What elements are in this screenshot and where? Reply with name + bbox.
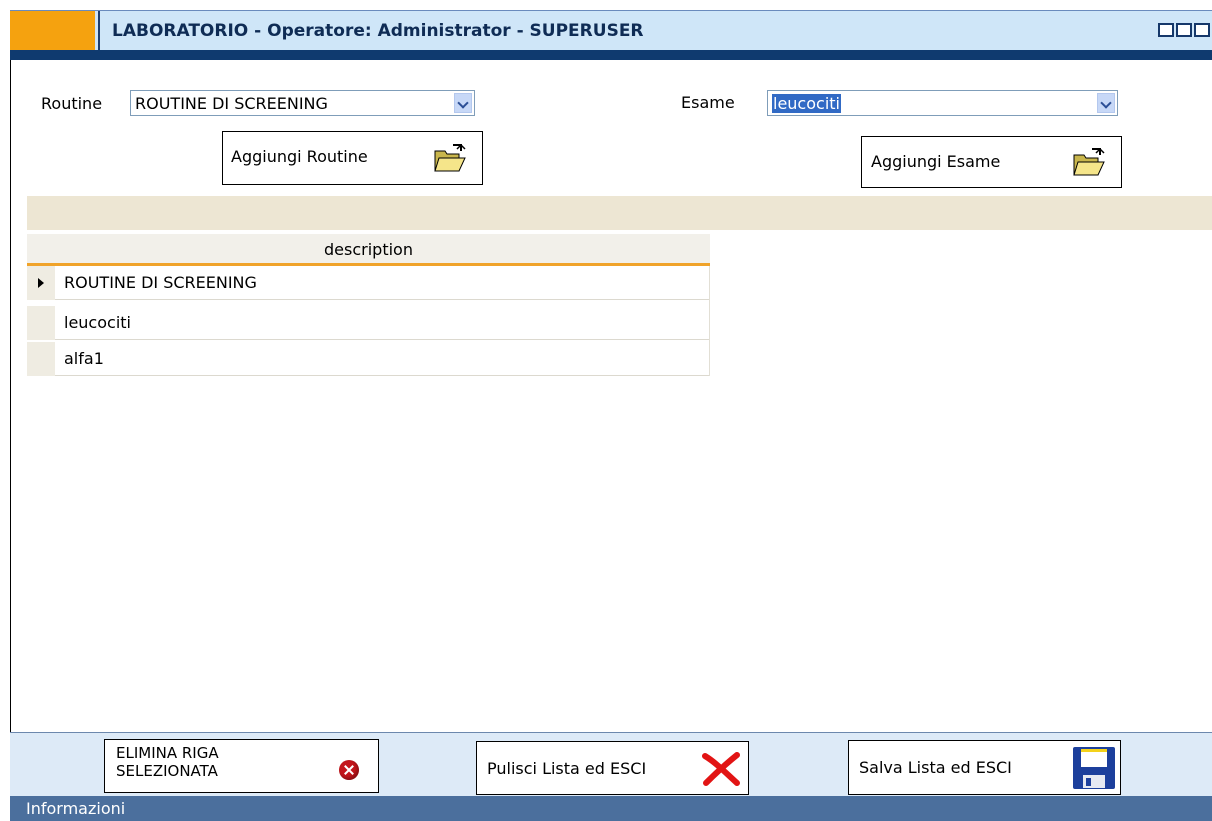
row-description: ROUTINE DI SCREENING [64,273,257,292]
row-selector[interactable] [27,342,55,376]
routine-select[interactable]: ROUTINE DI SCREENING [130,90,475,116]
window-controls [1158,23,1210,37]
save-exit-button[interactable]: Salva Lista ed ESCI [848,740,1121,795]
esame-select-value: leucociti [772,94,841,113]
close-icon[interactable] [1194,23,1210,37]
column-header-description: description [324,240,413,259]
save-exit-label: Salva Lista ed ESCI [859,758,1012,777]
add-esame-button[interactable]: Aggiungi Esame [861,136,1122,188]
grid-border [709,266,710,376]
chevron-down-icon[interactable] [1097,93,1115,113]
clear-exit-button[interactable]: Pulisci Lista ed ESCI [476,741,749,795]
status-text: Informazioni [26,799,126,818]
frame-border [10,60,11,795]
open-folder-icon [434,143,466,172]
window-title: LABORATORIO - Operatore: Administrator -… [112,21,644,41]
maximize-icon[interactable] [1176,23,1192,37]
delete-row-label: ELIMINA RIGA SELEZIONATA [116,744,219,780]
add-esame-label: Aggiungi Esame [871,152,1001,171]
delete-row-button[interactable]: ELIMINA RIGA SELEZIONATA [104,739,379,793]
current-row-icon [38,278,44,288]
clear-exit-label: Pulisci Lista ed ESCI [487,759,647,778]
table-row[interactable]: leucociti [27,306,710,340]
title-bar: LABORATORIO - Operatore: Administrator -… [10,10,1212,51]
row-selector[interactable] [27,306,55,340]
routine-label: Routine [41,94,103,113]
row-description: leucociti [64,313,131,332]
red-x-icon [702,752,740,786]
open-folder-icon [1073,147,1105,176]
chevron-down-icon[interactable] [454,93,472,113]
title-separator [98,11,100,51]
status-bar: Informazioni [10,796,1212,821]
grid-column-header[interactable]: description [27,234,710,266]
title-underline [10,50,1212,60]
table-row[interactable]: ROUTINE DI SCREENING [27,266,710,300]
table-row[interactable]: alfa1 [27,342,710,376]
routine-select-value: ROUTINE DI SCREENING [135,94,328,113]
title-accent-tab [10,11,95,51]
bottom-toolbar: ELIMINA RIGA SELEZIONATA Pulisci Lista e… [10,732,1212,797]
esame-select[interactable]: leucociti [767,90,1118,116]
add-routine-label: Aggiungi Routine [231,147,368,166]
row-description: alfa1 [64,349,104,368]
add-routine-button[interactable]: Aggiungi Routine [222,131,483,185]
floppy-disk-icon [1073,747,1115,789]
grid-toolbar-band [27,196,1212,230]
minimize-icon[interactable] [1158,23,1174,37]
row-selector[interactable] [27,266,55,300]
esame-label: Esame [681,93,735,112]
delete-icon [339,760,359,780]
